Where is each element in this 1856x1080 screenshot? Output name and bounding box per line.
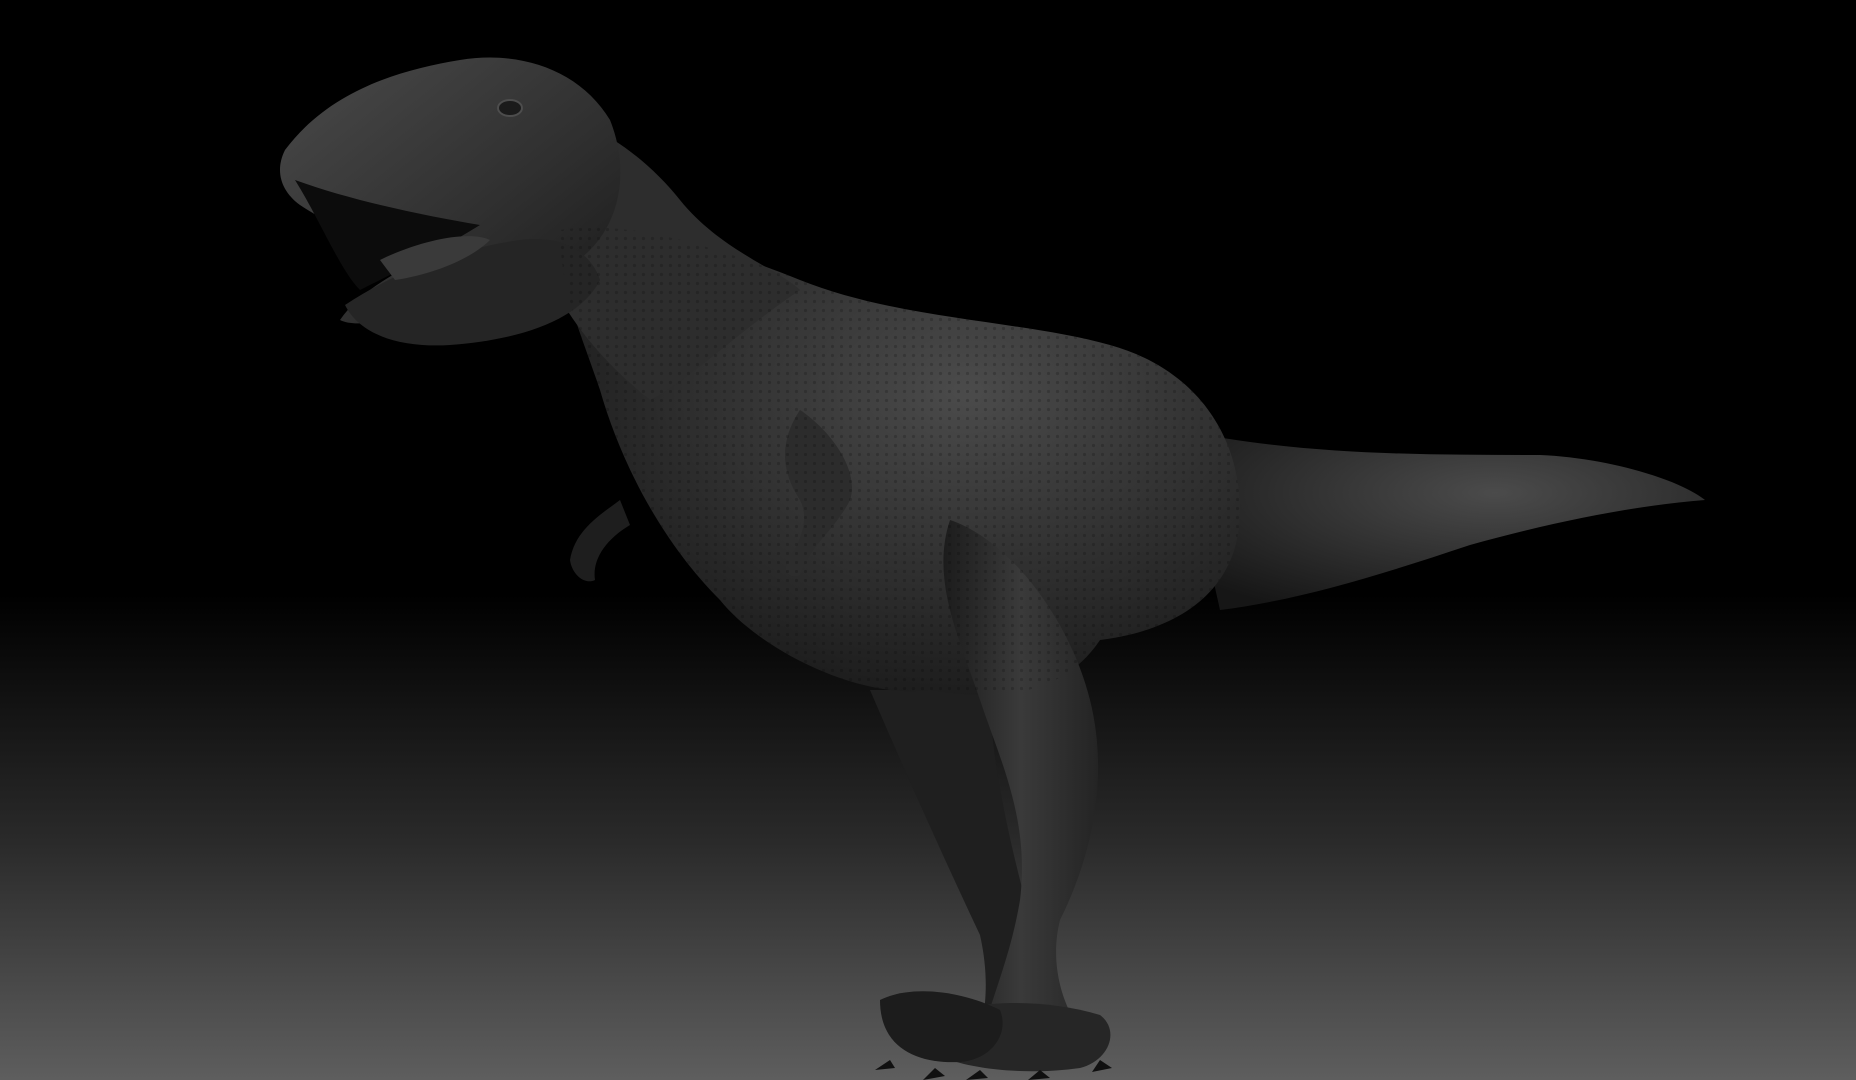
trex-model (280, 57, 1705, 1080)
tail (1180, 430, 1705, 610)
render-viewport[interactable] (0, 0, 1856, 1080)
skin-texture (560, 227, 1240, 695)
far-arm (570, 500, 630, 582)
far-foot (880, 991, 1003, 1063)
eye (497, 99, 523, 117)
